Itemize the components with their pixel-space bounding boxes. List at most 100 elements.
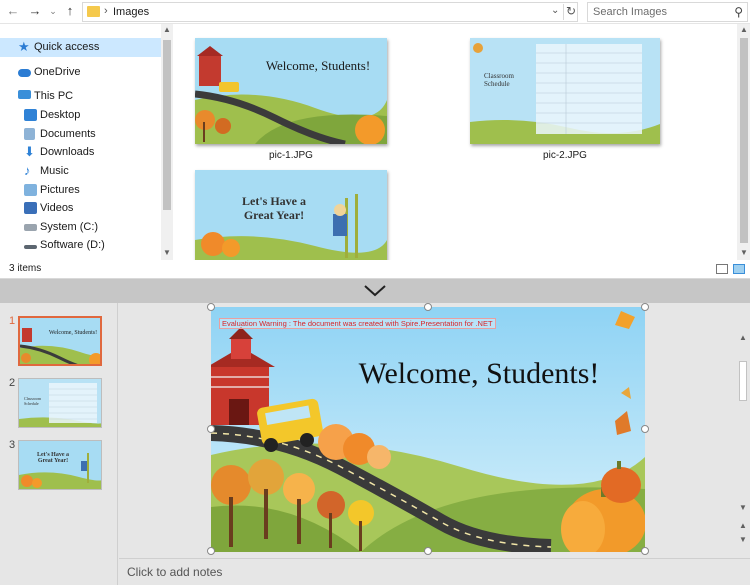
search-placeholder: Search Images [593, 6, 667, 18]
back-arrow-icon[interactable]: ← [4, 2, 22, 20]
nav-label: System (C:) [40, 221, 99, 233]
file-item[interactable]: Classroom Schedule pic-2.JPG [470, 38, 660, 164]
file-item[interactable]: Let's Have a Great Year! [195, 170, 387, 260]
nav-label: Downloads [40, 146, 95, 158]
window-divider [0, 279, 750, 303]
navigation-pane: ★ Quick access OneDrive This PC Desktop … [0, 24, 174, 260]
slide-number: 2 [9, 377, 16, 389]
evaluation-warning: Evaluation Warning : The document was cr… [219, 318, 496, 329]
downloads-folder-icon: ⬇ [24, 144, 35, 159]
slide-title[interactable]: Welcome, Students! [329, 357, 629, 391]
slide-scrollbar[interactable]: ▲ ▼ ▲ ▼ [736, 303, 750, 558]
resize-handle[interactable] [641, 425, 649, 433]
address-dropdown-icon[interactable]: ⌄ [551, 5, 559, 16]
nav-label: Quick access [34, 41, 100, 53]
large-icons-view-icon[interactable] [733, 264, 745, 274]
content-scrollbar[interactable]: ▲ ▼ [737, 24, 750, 260]
file-name[interactable]: pic-2.JPG [470, 150, 660, 161]
up-arrow-icon[interactable]: ↑ [61, 2, 79, 20]
resize-handle[interactable] [641, 303, 649, 311]
nav-label: Videos [40, 202, 74, 214]
nav-item-documents[interactable]: Documents [0, 125, 161, 144]
nav-item-downloads[interactable]: ⬇ Downloads [0, 143, 161, 162]
slide-thumbnail-title: Welcome, Students! [48, 330, 98, 336]
slide-thumbnail-1[interactable]: Welcome, Students! [18, 316, 102, 366]
navigation-scrollbar[interactable]: ▲ ▼ [161, 24, 173, 260]
nav-label: Documents [40, 128, 96, 140]
image-thumbnail: Let's Have a Great Year! [195, 170, 387, 260]
slide-number: 3 [9, 439, 16, 451]
notes-pane[interactable]: Click to add notes [119, 558, 750, 585]
resize-handle[interactable] [207, 425, 215, 433]
star-icon: ★ [18, 39, 30, 54]
computer-icon [18, 90, 31, 99]
nav-label: Desktop [40, 109, 81, 121]
pictures-folder-icon [24, 184, 37, 196]
nav-label: Music [40, 165, 69, 177]
item-count: 3 items [9, 263, 42, 274]
thumbnail-title: Let's Have a Great Year! [242, 194, 306, 222]
scrollbar-thumb[interactable] [740, 38, 748, 243]
scroll-up-icon[interactable]: ▲ [739, 333, 747, 342]
nav-label: This PC [34, 90, 74, 102]
slide-thumbnail-pane: 1 Welcome, Students! 2 Classroom Schedul… [0, 303, 118, 585]
search-icon: ⚲ [734, 5, 743, 19]
nav-item-videos[interactable]: Videos [0, 199, 161, 218]
thumbnail-title: Welcome, Students! [265, 58, 371, 73]
scrollbar-thumb[interactable] [163, 40, 171, 210]
presentation-viewer: 1 Welcome, Students! 2 Classroom Schedul… [0, 303, 750, 585]
image-thumbnail: Welcome, Students! [195, 38, 387, 144]
recent-locations-chevron-icon[interactable]: ⌄ [44, 2, 62, 20]
resize-handle[interactable] [424, 303, 432, 311]
nav-item-pictures[interactable]: Pictures [0, 181, 161, 200]
nav-item-this-pc[interactable]: This PC [0, 87, 161, 106]
drive-icon [24, 224, 37, 231]
scroll-up-icon[interactable]: ▲ [163, 25, 171, 34]
drive-icon [24, 245, 37, 249]
current-slide[interactable]: Evaluation Warning : The document was cr… [211, 307, 645, 552]
nav-item-quick-access[interactable]: ★ Quick access [0, 38, 161, 57]
documents-folder-icon [24, 128, 35, 140]
file-list: Welcome, Students! pic-1.JPG Classroom S… [175, 24, 735, 260]
slide-number: 1 [9, 315, 16, 327]
file-item[interactable]: Welcome, Students! pic-1.JPG [195, 38, 387, 164]
forward-arrow-icon[interactable]: → [26, 2, 44, 20]
status-bar: 3 items [0, 260, 750, 279]
nav-item-music[interactable]: ♪ Music [0, 162, 161, 181]
file-explorer-window: ← → ⌄ ↑ › Images ⌄ ↻ Search Images ⚲ ★ Q… [0, 0, 750, 279]
nav-item-onedrive[interactable]: OneDrive [0, 63, 161, 82]
thumbnail-title: Classroom Schedule [484, 72, 514, 88]
previous-slide-icon[interactable]: ▲ [739, 521, 747, 530]
scrollbar-thumb[interactable] [739, 361, 747, 401]
address-bar[interactable]: › Images ⌄ ↻ [82, 2, 578, 22]
file-name[interactable]: pic-1.JPG [195, 150, 387, 161]
nav-label: Software (D:) [40, 239, 105, 251]
desktop-folder-icon [24, 109, 37, 121]
nav-label: OneDrive [34, 66, 81, 78]
nav-item-software-d[interactable]: Software (D:) [0, 236, 161, 255]
nav-item-system-c[interactable]: System (C:) [0, 218, 161, 237]
folder-icon [87, 6, 100, 17]
slide-thumbnail-2[interactable]: Classroom Schedule [18, 378, 102, 428]
breadcrumb-images[interactable]: Images [113, 6, 149, 18]
scroll-up-icon[interactable]: ▲ [740, 25, 748, 34]
address-toolbar: ← → ⌄ ↑ › Images ⌄ ↻ Search Images ⚲ [0, 0, 750, 24]
image-thumbnail: Classroom Schedule [470, 38, 660, 144]
scroll-down-icon[interactable]: ▼ [739, 503, 747, 512]
next-slide-icon[interactable]: ▼ [739, 535, 747, 544]
search-box[interactable]: Search Images ⚲ [587, 2, 748, 22]
slide-canvas-area: Evaluation Warning : The document was cr… [119, 303, 736, 558]
nav-item-desktop[interactable]: Desktop [0, 106, 161, 125]
resize-handle[interactable] [207, 547, 215, 555]
scroll-down-icon[interactable]: ▼ [740, 248, 748, 257]
chevron-down-icon[interactable] [362, 280, 388, 300]
details-view-icon[interactable] [716, 264, 728, 274]
resize-handle[interactable] [641, 547, 649, 555]
nav-label: Pictures [40, 184, 80, 196]
resize-handle[interactable] [424, 547, 432, 555]
scroll-down-icon[interactable]: ▼ [163, 248, 171, 257]
breadcrumb-chevron-icon[interactable]: › [104, 5, 108, 17]
resize-handle[interactable] [207, 303, 215, 311]
refresh-icon[interactable]: ↻ [563, 4, 577, 20]
slide-thumbnail-3[interactable]: Let's Have a Great Year! [18, 440, 102, 490]
